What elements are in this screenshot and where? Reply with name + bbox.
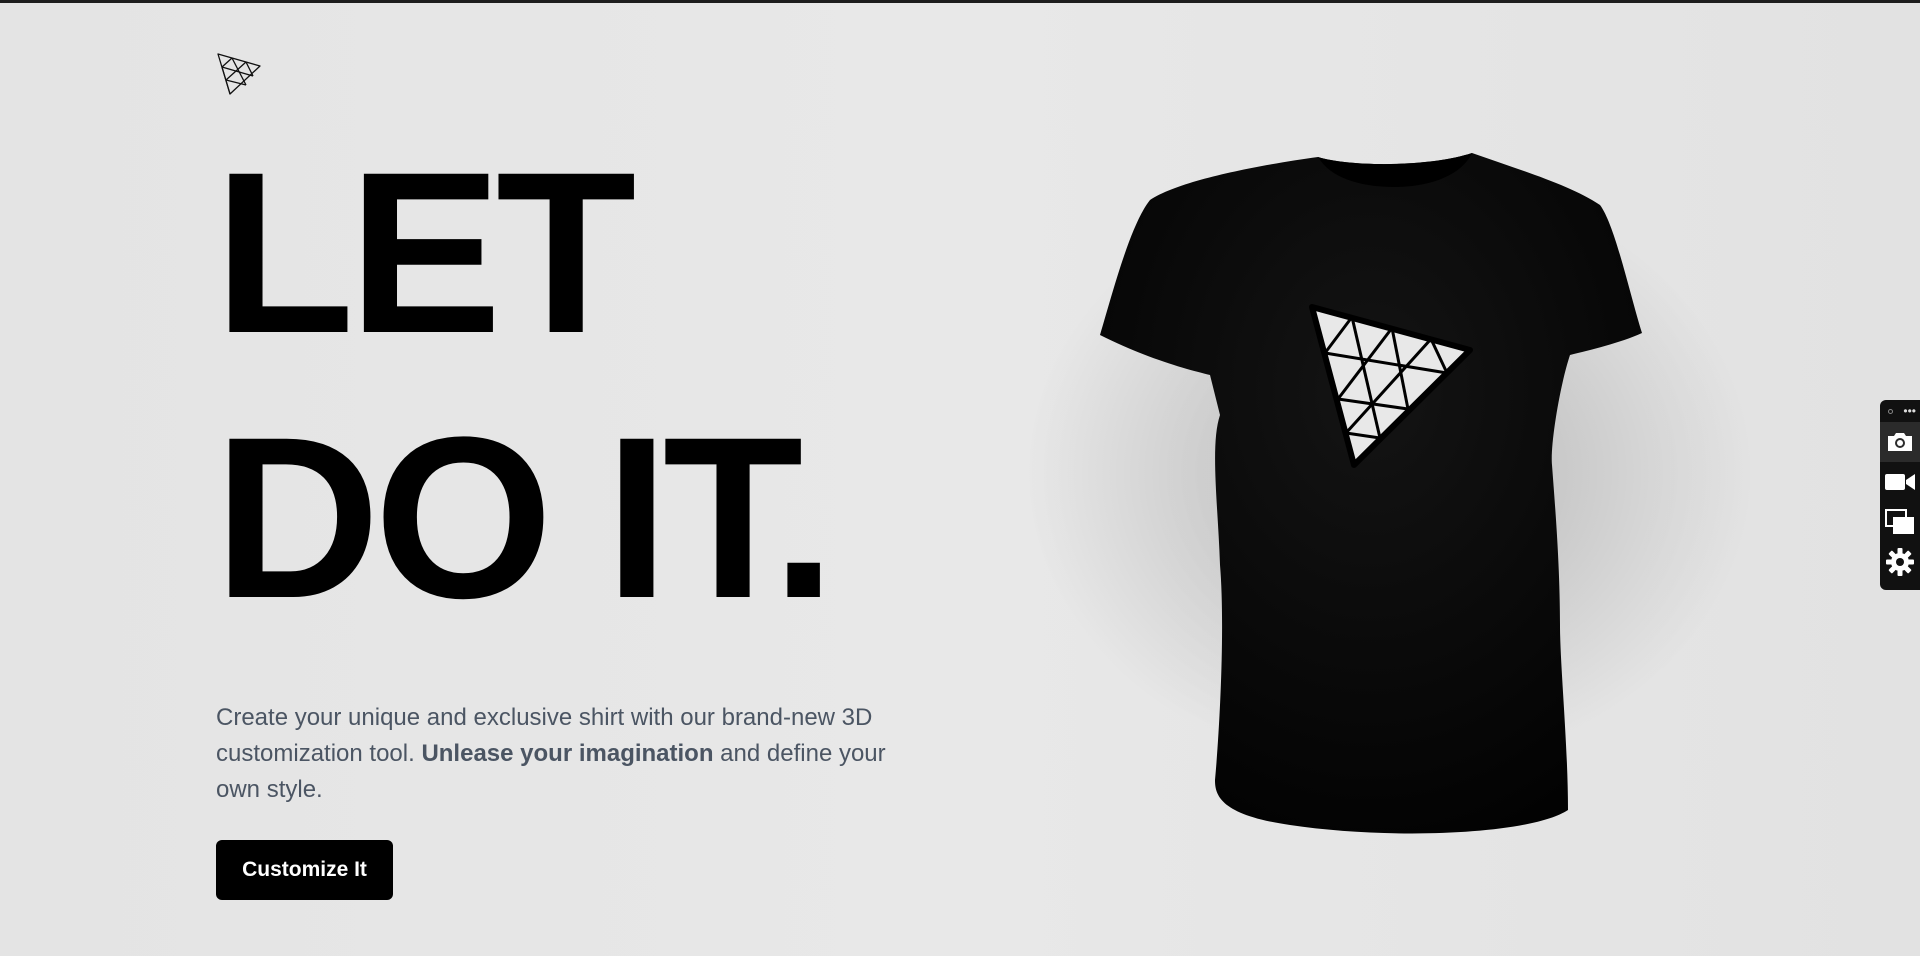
gear-icon bbox=[1886, 548, 1914, 576]
camera-button[interactable] bbox=[1880, 422, 1920, 462]
video-camera-icon bbox=[1885, 474, 1915, 490]
tshirt-body bbox=[1100, 153, 1642, 834]
hero-headline: LET DO IT. bbox=[214, 120, 836, 650]
headline-line-2: DO IT. bbox=[214, 389, 836, 646]
hero-description: Create your unique and exclusive shirt w… bbox=[216, 700, 896, 808]
record-video-button[interactable] bbox=[1880, 462, 1920, 502]
settings-button[interactable] bbox=[1880, 542, 1920, 582]
toolbar-handle-icon[interactable] bbox=[1888, 408, 1893, 414]
layers-icon bbox=[1885, 509, 1914, 534]
tshirt-canvas[interactable] bbox=[1090, 145, 1710, 835]
description-emphasis: Unlease your imagination bbox=[421, 740, 714, 767]
customize-it-button[interactable]: Customize It bbox=[216, 840, 393, 900]
viewer-toolbar: ••• bbox=[1880, 400, 1920, 590]
logo-icon[interactable] bbox=[216, 52, 262, 96]
more-options-icon[interactable]: ••• bbox=[1903, 405, 1916, 417]
headline-line-1: LET bbox=[214, 124, 636, 381]
toolbar-header: ••• bbox=[1880, 400, 1920, 422]
camera-icon bbox=[1888, 433, 1912, 451]
layers-button[interactable] bbox=[1880, 502, 1920, 542]
